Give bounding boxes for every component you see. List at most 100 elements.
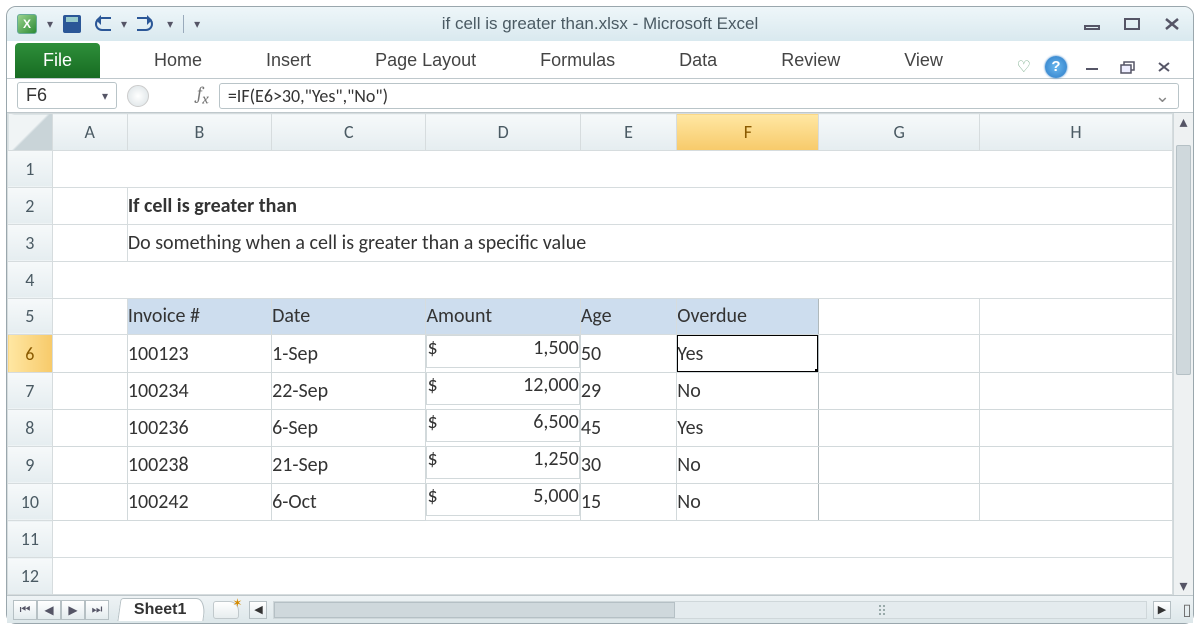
col-header[interactable]: D xyxy=(426,114,580,151)
tab-page-layout[interactable]: Page Layout xyxy=(363,43,488,78)
cell[interactable] xyxy=(52,187,127,224)
tab-file[interactable]: File xyxy=(15,43,100,78)
row-header[interactable]: 11 xyxy=(8,521,53,558)
col-header[interactable]: A xyxy=(52,114,127,151)
cell[interactable] xyxy=(819,446,979,483)
table-header[interactable]: Overdue xyxy=(677,298,819,335)
spreadsheet-grid[interactable]: A B C D E F G H 1 2 If cell is greater t… xyxy=(7,113,1173,595)
cell-age[interactable]: 15 xyxy=(580,483,676,520)
qat-customize-icon[interactable]: ▾ xyxy=(194,17,200,31)
cell-age[interactable]: 30 xyxy=(580,446,676,483)
col-header[interactable]: E xyxy=(580,114,676,151)
col-header[interactable]: C xyxy=(272,114,426,151)
excel-icon[interactable] xyxy=(17,14,37,34)
cell-age[interactable]: 29 xyxy=(580,372,676,409)
vertical-scroll-thumb[interactable] xyxy=(1176,145,1191,375)
cell[interactable] xyxy=(52,409,127,446)
workbook-restore-icon[interactable] xyxy=(1117,58,1139,76)
table-header[interactable]: Date xyxy=(272,298,426,335)
row-header[interactable]: 5 xyxy=(8,298,53,335)
cell-overdue[interactable]: No xyxy=(677,446,819,483)
cell-overdue[interactable]: No xyxy=(677,483,819,520)
cell[interactable] xyxy=(819,335,979,372)
subtitle-cell[interactable]: Do something when a cell is greater than… xyxy=(127,224,1172,261)
close-icon[interactable] xyxy=(1161,15,1183,33)
horizontal-scroll-thumb[interactable] xyxy=(274,602,675,618)
cell-invoice[interactable]: 100238 xyxy=(127,446,271,483)
cell[interactable] xyxy=(819,372,979,409)
undo-dropdown-icon[interactable]: ▾ xyxy=(121,17,127,31)
cell[interactable] xyxy=(52,446,127,483)
formula-expand-icon[interactable]: ⌄ xyxy=(1155,85,1170,107)
cell-overdue[interactable]: Yes xyxy=(677,409,819,446)
title-cell[interactable]: If cell is greater than xyxy=(127,187,1172,224)
cell-amount[interactable]: $5,000 xyxy=(426,483,579,516)
cell-invoice[interactable]: 100234 xyxy=(127,372,271,409)
cell[interactable] xyxy=(979,483,1172,520)
cell[interactable] xyxy=(819,409,979,446)
workbook-close-icon[interactable] xyxy=(1153,58,1175,76)
excel-menu-dropdown-icon[interactable]: ▾ xyxy=(47,17,53,31)
redo-icon[interactable] xyxy=(137,17,157,31)
name-box-dropdown-icon[interactable]: ▾ xyxy=(102,89,108,103)
cell[interactable] xyxy=(979,335,1172,372)
cell-amount[interactable]: $1,500 xyxy=(426,335,579,368)
col-header-selected[interactable]: F xyxy=(677,114,819,151)
cell-invoice[interactable]: 100236 xyxy=(127,409,271,446)
cell[interactable] xyxy=(52,150,1172,187)
cell-date[interactable]: 22-Sep xyxy=(272,372,426,409)
cell[interactable] xyxy=(52,521,1172,558)
workbook-minimize-icon[interactable] xyxy=(1081,58,1103,76)
name-box[interactable]: F6 ▾ xyxy=(17,82,117,109)
sheet-nav-next-icon[interactable]: ▶ xyxy=(61,600,85,620)
tab-view[interactable]: View xyxy=(892,43,955,78)
ribbon-minimize-icon[interactable]: ♡ xyxy=(1017,57,1031,77)
fx-icon[interactable]: fx xyxy=(197,83,209,108)
new-sheet-icon[interactable] xyxy=(213,601,239,619)
table-header[interactable]: Amount xyxy=(426,298,580,335)
cell-overdue[interactable]: No xyxy=(677,372,819,409)
table-header[interactable]: Age xyxy=(580,298,676,335)
scroll-right-icon[interactable]: ▶ xyxy=(1153,601,1171,619)
row-header[interactable]: 10 xyxy=(8,483,53,520)
cell[interactable] xyxy=(52,483,127,520)
row-header[interactable]: 2 xyxy=(8,187,53,224)
cell[interactable] xyxy=(52,558,1172,595)
tab-home[interactable]: Home xyxy=(142,43,214,78)
cell[interactable] xyxy=(52,224,127,261)
vertical-scrollbar[interactable]: ▴ ▾ xyxy=(1173,113,1193,595)
tab-review[interactable]: Review xyxy=(769,43,852,78)
row-header-selected[interactable]: 6 xyxy=(8,335,53,372)
table-header[interactable]: Invoice # xyxy=(127,298,271,335)
undo-icon[interactable] xyxy=(91,17,111,31)
cell[interactable] xyxy=(52,372,127,409)
cell[interactable] xyxy=(52,298,127,335)
cell[interactable] xyxy=(52,335,127,372)
help-icon[interactable]: ? xyxy=(1045,56,1067,78)
sheet-nav-prev-icon[interactable]: ◀ xyxy=(37,600,61,620)
col-header[interactable]: H xyxy=(979,114,1172,151)
horizontal-scroll-track[interactable] xyxy=(273,601,1147,619)
save-icon[interactable] xyxy=(63,15,81,33)
tab-insert[interactable]: Insert xyxy=(254,43,323,78)
cell[interactable] xyxy=(979,372,1172,409)
cell[interactable] xyxy=(52,261,1172,298)
redo-dropdown-icon[interactable]: ▾ xyxy=(167,17,173,31)
cell-date[interactable]: 6-Oct xyxy=(272,483,426,520)
horizontal-scrollbar[interactable]: ◀ ▶ xyxy=(249,601,1171,619)
scroll-up-icon[interactable]: ▴ xyxy=(1174,113,1193,131)
cell-age[interactable]: 45 xyxy=(580,409,676,446)
tab-data[interactable]: Data xyxy=(667,43,729,78)
select-all-corner[interactable] xyxy=(8,114,53,151)
maximize-icon[interactable] xyxy=(1121,15,1143,33)
cancel-formula-icon[interactable] xyxy=(127,85,149,107)
row-header[interactable]: 8 xyxy=(8,409,53,446)
row-header[interactable]: 7 xyxy=(8,372,53,409)
cell-invoice[interactable]: 100123 xyxy=(127,335,271,372)
cell-invoice[interactable]: 100242 xyxy=(127,483,271,520)
row-header[interactable]: 12 xyxy=(8,558,53,595)
cell-amount[interactable]: $6,500 xyxy=(426,409,579,442)
sheet-nav-first-icon[interactable]: ⏮ xyxy=(13,600,37,620)
cell-date[interactable]: 6-Sep xyxy=(272,409,426,446)
split-handle-icon[interactable]: ▯ xyxy=(1181,600,1193,620)
